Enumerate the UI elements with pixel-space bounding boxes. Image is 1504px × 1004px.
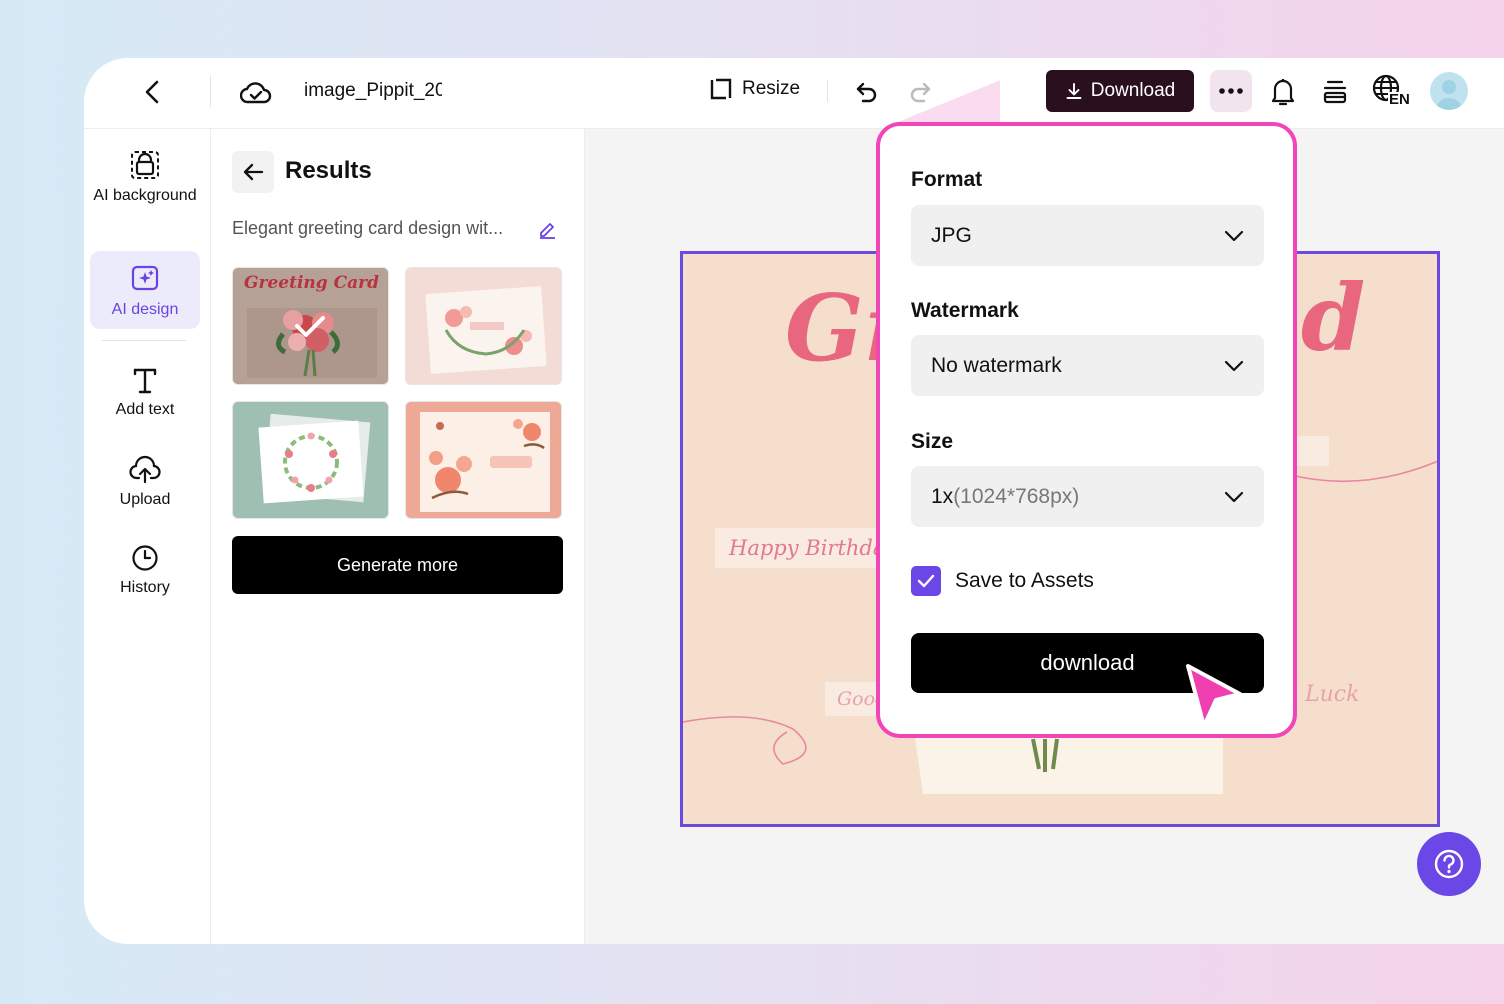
save-to-assets-row[interactable]: Save to Assets <box>911 566 1094 596</box>
resize-icon <box>710 78 732 100</box>
resize-button[interactable]: Resize <box>708 76 800 102</box>
save-to-assets-label: Save to Assets <box>955 569 1094 592</box>
rail-label: AI background <box>93 187 197 204</box>
divider <box>827 80 828 102</box>
help-button[interactable] <box>1417 832 1481 896</box>
rail-label: Add text <box>115 401 175 418</box>
prompt-text: Elegant greeting card design wit... <box>232 218 504 238</box>
format-select[interactable]: JPG <box>911 205 1264 266</box>
checkmark-icon <box>917 574 935 588</box>
card-tag-luck: Luck <box>1305 682 1360 707</box>
stack-icon[interactable] <box>1317 73 1353 109</box>
generate-more-button[interactable]: Generate more <box>232 536 563 594</box>
chevron-down-icon <box>1224 360 1244 371</box>
download-label: Download <box>1090 80 1176 101</box>
rail-item-history[interactable]: History <box>90 543 200 598</box>
popover-pointer <box>888 80 1000 126</box>
cloud-sync-icon[interactable] <box>238 74 274 110</box>
edit-pencil-icon[interactable] <box>537 219 557 244</box>
ai-background-icon <box>131 151 159 179</box>
save-to-assets-checkbox[interactable] <box>911 566 941 596</box>
rail-item-upload[interactable]: Upload <box>90 455 200 510</box>
size-dimensions: (1024*768px) <box>953 484 1080 508</box>
bell-icon[interactable] <box>1265 73 1301 109</box>
result-thumbnail-2[interactable] <box>405 267 562 385</box>
top-bar: image_Pippit_2025 Resize Download EN <box>84 58 1504 129</box>
size-label: Size <box>911 430 954 453</box>
back-chevron-icon[interactable] <box>134 74 170 110</box>
results-back-button[interactable] <box>232 151 274 193</box>
rail-divider <box>102 340 186 341</box>
download-button[interactable]: Download <box>1046 70 1194 112</box>
format-value: JPG <box>931 223 972 247</box>
rail-label: AI design <box>111 301 179 318</box>
watermark-value: No watermark <box>931 353 1062 377</box>
language-badge: EN <box>1388 91 1410 108</box>
pointer-cursor-icon <box>1186 664 1242 728</box>
upload-icon <box>129 455 161 484</box>
language-globe-icon[interactable]: EN <box>1372 74 1412 110</box>
size-value: 1x(1024*768px) <box>931 485 1079 509</box>
chevron-down-icon <box>1224 230 1244 241</box>
more-options-icon[interactable] <box>1210 70 1252 112</box>
watermark-select[interactable]: No watermark <box>911 335 1264 396</box>
divider <box>210 75 211 107</box>
rail-item-ai-background[interactable]: AI background <box>90 149 200 206</box>
chevron-down-icon <box>1224 491 1244 502</box>
download-icon <box>1066 83 1082 99</box>
rail-label: Upload <box>119 491 171 508</box>
rail-item-add-text[interactable]: Add text <box>90 365 200 420</box>
format-label: Format <box>911 168 983 191</box>
avatar[interactable] <box>1430 72 1468 110</box>
results-title: Results <box>285 157 372 184</box>
size-scale: 1x <box>931 484 954 508</box>
file-name[interactable]: image_Pippit_2025 <box>304 80 442 102</box>
result-thumbnail-1[interactable]: Greeting Card <box>232 267 389 385</box>
watermark-label: Watermark <box>911 299 1019 322</box>
results-panel: Results Elegant greeting card design wit… <box>211 129 585 944</box>
result-thumbnail-4[interactable] <box>405 401 562 519</box>
tool-rail: AI background AI design Add text Upload … <box>84 129 211 944</box>
card-title-right: d <box>1301 264 1366 372</box>
resize-label: Resize <box>742 78 801 99</box>
arrow-left-icon <box>243 163 264 181</box>
rail-label: History <box>120 579 170 596</box>
ai-design-icon <box>131 265 159 291</box>
history-icon <box>132 545 158 571</box>
result-thumbnail-3[interactable] <box>232 401 389 519</box>
thumbnail-title: Greeting Card <box>244 273 379 293</box>
rail-item-ai-design[interactable]: AI design <box>90 251 200 329</box>
size-select[interactable]: 1x(1024*768px) <box>911 466 1264 527</box>
text-icon <box>133 368 157 394</box>
download-popover: Format JPG Watermark No watermark Size 1… <box>876 122 1297 738</box>
question-mark-icon <box>1434 849 1464 879</box>
card-tag-small <box>1295 436 1329 466</box>
